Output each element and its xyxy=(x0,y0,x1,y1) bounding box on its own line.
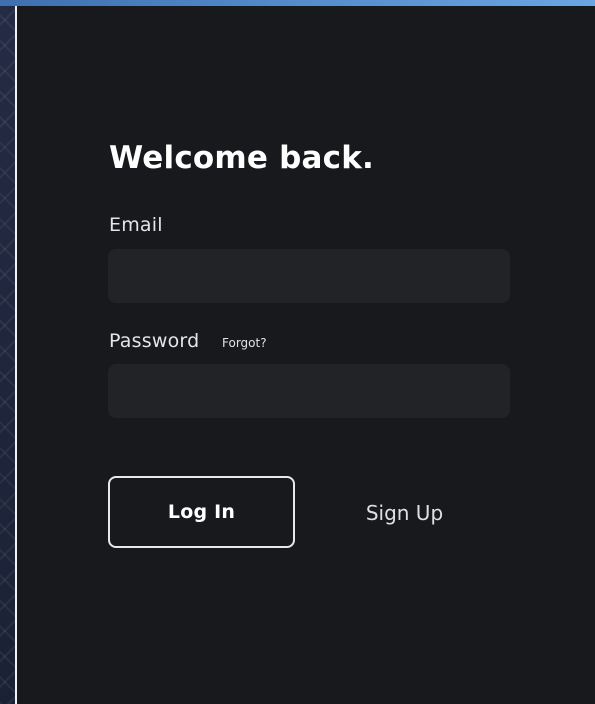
email-label: Email xyxy=(109,214,163,236)
login-panel: Welcome back. Email Password Forgot? Log… xyxy=(15,6,595,704)
password-label: Password xyxy=(109,330,200,352)
email-field[interactable] xyxy=(108,249,510,303)
login-button[interactable]: Log In xyxy=(108,476,295,548)
signup-button[interactable]: Sign Up xyxy=(337,494,472,532)
password-field[interactable] xyxy=(108,364,510,418)
forgot-password-link[interactable]: Forgot? xyxy=(222,336,267,350)
page-title: Welcome back. xyxy=(109,140,375,176)
